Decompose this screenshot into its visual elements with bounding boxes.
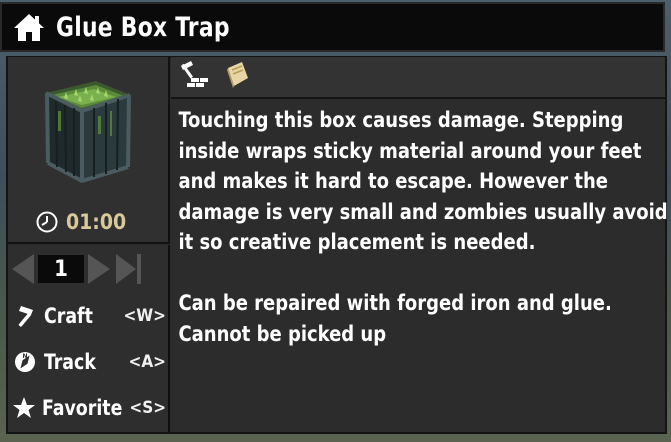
clock-icon	[36, 211, 58, 233]
quantity-stepper: 1	[12, 253, 162, 285]
favorite-button[interactable]: Favorite <S>	[12, 391, 168, 425]
favorite-label: Favorite	[42, 396, 123, 420]
craft-time: 01:00	[36, 210, 126, 234]
craft-time-value: 01:00	[66, 210, 127, 234]
track-button[interactable]: N Track <A>	[12, 345, 168, 379]
max-quantity-button[interactable]	[116, 254, 141, 284]
compass-icon: N	[12, 349, 38, 375]
tab-crafting[interactable]	[177, 59, 213, 95]
increase-quantity-button[interactable]	[88, 254, 110, 284]
recipe-window: Glue Box Trap 01:00 1 Craft <W> N Track …	[0, 0, 671, 442]
description-paragraph-2: Can be repaired with forged iron and glu…	[178, 290, 612, 347]
title-bar: Glue Box Trap	[0, 2, 665, 52]
book-icon	[222, 60, 252, 94]
hammer-bricks-icon	[179, 60, 211, 94]
hammer-icon	[12, 303, 38, 329]
craft-label: Craft	[44, 304, 93, 328]
description-paragraph-1: Touching this box causes damage. Steppin…	[178, 108, 668, 256]
home-icon[interactable]	[12, 10, 46, 44]
decrease-quantity-button[interactable]	[12, 254, 34, 284]
quantity-value[interactable]: 1	[38, 255, 84, 283]
item-description: Touching this box causes damage. Steppin…	[171, 99, 668, 432]
craft-hotkey: <W>	[123, 306, 166, 326]
glue-box-trap-image	[38, 71, 138, 191]
svg-text:N: N	[22, 353, 27, 360]
track-hotkey: <A>	[128, 352, 166, 372]
info-tab-bar	[171, 57, 665, 99]
star-icon	[12, 395, 36, 421]
window-title: Glue Box Trap	[56, 11, 230, 43]
track-label: Track	[44, 350, 96, 374]
tab-description[interactable]	[219, 59, 255, 95]
craft-button[interactable]: Craft <W>	[12, 299, 168, 333]
favorite-hotkey: <S>	[129, 398, 167, 418]
item-preview: 01:00	[8, 57, 170, 244]
